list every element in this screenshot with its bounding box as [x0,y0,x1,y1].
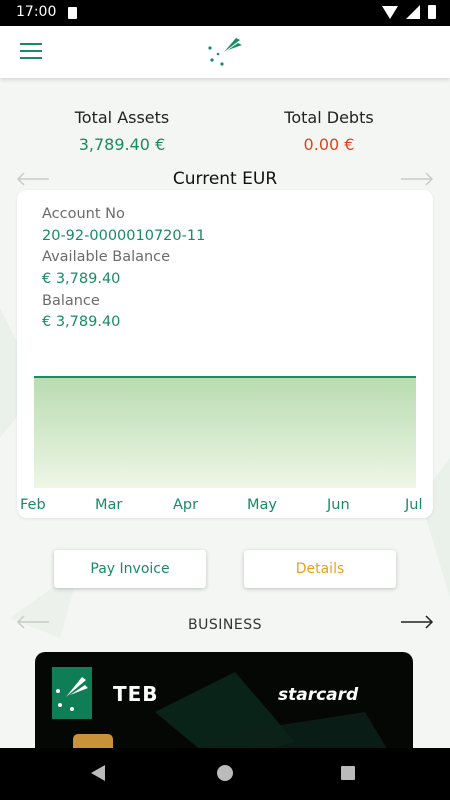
card-brand: TEB [113,682,159,706]
app-bar [0,26,450,78]
available-balance-value: € 3,789.40 [42,271,121,287]
signal-icon [406,5,420,19]
total-debts: Total Debts 0.00 € [239,108,419,154]
next-account-arrow-icon[interactable] [400,172,434,186]
total-assets-label: Total Assets [74,108,170,127]
battery-icon [428,5,436,19]
chart-x-tick-label: Jun [327,497,350,513]
chart-x-tick-label: Jul [405,497,423,513]
card-product: starcard [278,685,359,705]
total-debts-label: Total Debts [284,108,374,127]
status-bar: 17:00 [0,0,450,26]
chart-x-tick-label: May [247,497,277,513]
chart-area [34,377,416,488]
teb-logo-icon [52,667,92,719]
balance-label: Balance [42,293,100,309]
home-icon[interactable] [217,765,233,781]
total-assets-value: 3,789.40 € [78,135,166,154]
account-no-label: Account No [42,206,125,222]
details-button[interactable]: Details [244,550,396,588]
chart-x-tick-label: Mar [95,497,123,513]
recent-apps-icon[interactable] [341,766,355,780]
sd-card-icon [68,7,77,19]
bank-logo-icon [208,38,242,66]
account-card[interactable]: Account No 20-92-0000010720-11 Available… [17,190,433,518]
pay-invoice-button[interactable]: Pay Invoice [54,550,206,588]
total-assets: Total Assets 3,789.40 € [32,108,212,154]
status-time: 17:00 [16,4,57,20]
system-nav-bar [0,748,450,800]
back-icon[interactable] [91,765,105,781]
menu-icon[interactable] [20,43,42,61]
chart-x-tick-label: Apr [173,497,199,513]
account-title: Current EUR [172,169,278,189]
business-section-label: BUSINESS [188,617,262,633]
wifi-icon [382,5,398,19]
chart-x-tick-label: Feb [20,497,46,513]
balance-value: € 3,789.40 [42,314,121,330]
available-balance-label: Available Balance [42,249,171,265]
next-section-arrow-icon[interactable] [400,615,434,629]
balance-chart [34,376,416,488]
account-no-value: 20-92-0000010720-11 [42,228,206,244]
total-debts-value: 0.00 € [303,135,355,154]
